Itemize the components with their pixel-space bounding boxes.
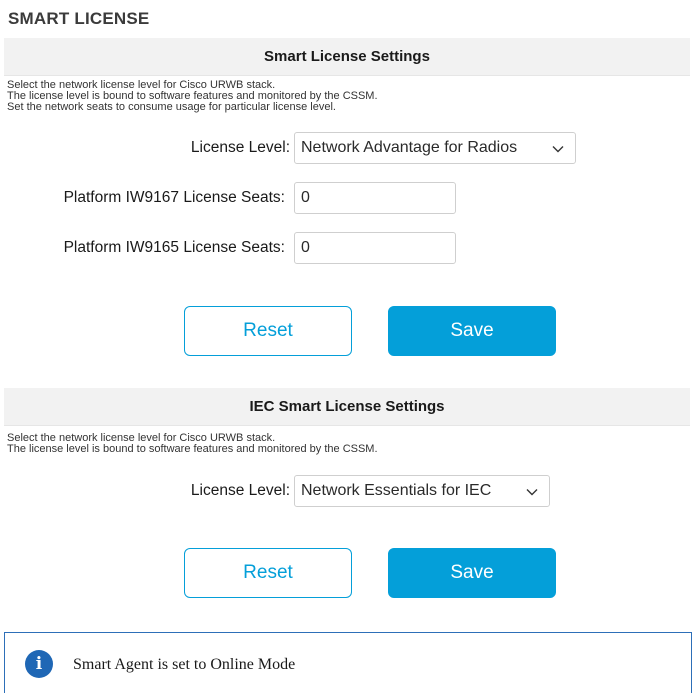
iec-license-description: Select the network license level for Cis…: [7, 433, 378, 455]
license-level-select[interactable]: Network Advantage for Radios: [294, 132, 576, 164]
license-level-label: License Level:: [190, 139, 290, 156]
smart-license-section-header: Smart License Settings: [4, 38, 690, 76]
reset-button[interactable]: Reset: [184, 306, 352, 356]
iw9165-seats-input[interactable]: [294, 232, 456, 264]
smart-license-header-text: Smart License Settings: [264, 48, 430, 65]
license-level-selected-value: Network Advantage for Radios: [301, 139, 518, 156]
iec-reset-button[interactable]: Reset: [184, 548, 352, 598]
iw9167-seats-label: Platform IW9167 License Seats:: [63, 189, 285, 206]
iec-save-button[interactable]: Save: [388, 548, 556, 598]
description-line: Set the network seats to consume usage f…: [7, 101, 336, 113]
chevron-down-icon: [552, 146, 564, 153]
iw9165-seats-label: Platform IW9165 License Seats:: [63, 239, 285, 256]
info-message: Smart Agent is set to Online Mode: [73, 656, 296, 673]
iec-license-level-select[interactable]: Network Essentials for IEC: [294, 475, 550, 507]
iec-license-section-header: IEC Smart License Settings: [4, 388, 690, 426]
iec-license-header-text: IEC Smart License Settings: [249, 398, 445, 415]
description-line: The license level is bound to software f…: [7, 443, 378, 455]
smart-license-description: Select the network license level for Cis…: [7, 80, 378, 113]
info-icon: i: [25, 650, 53, 678]
save-button[interactable]: Save: [388, 306, 556, 356]
iw9167-seats-input[interactable]: [294, 182, 456, 214]
page-title: SMART LICENSE: [8, 9, 150, 28]
chevron-down-icon: [526, 489, 538, 496]
info-banner: i Smart Agent is set to Online Mode: [4, 632, 692, 693]
iec-license-level-label: License Level:: [190, 482, 290, 499]
iec-license-level-selected-value: Network Essentials for IEC: [301, 482, 492, 499]
